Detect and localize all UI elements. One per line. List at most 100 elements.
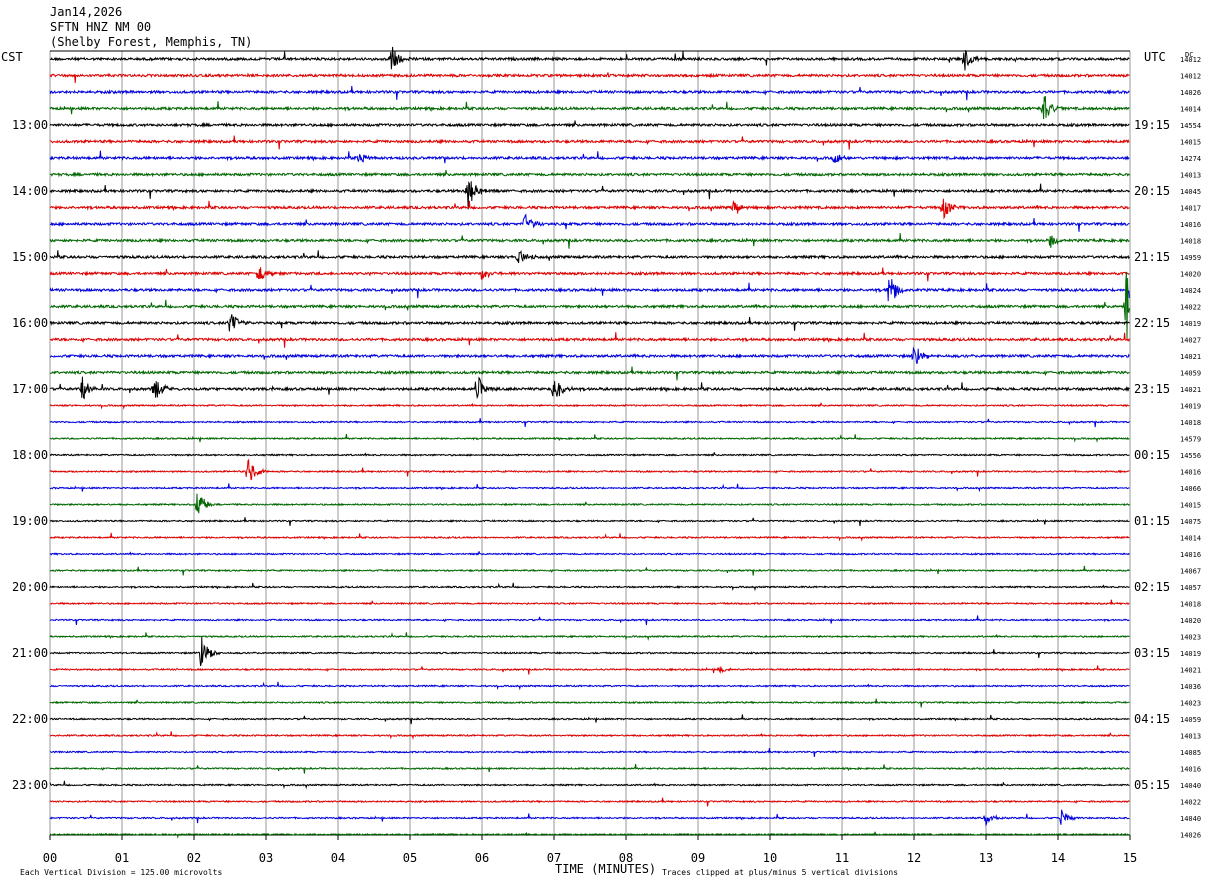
x-tick-label: 09 <box>691 851 705 865</box>
left-hour-label: 16:00 <box>12 316 48 330</box>
grid <box>49 50 1131 840</box>
trace-row <box>49 198 1130 220</box>
trace-row <box>49 748 1130 757</box>
row-value-label: 14019 <box>1180 650 1201 658</box>
x-tick-label: 02 <box>187 851 201 865</box>
trace-row <box>49 271 1130 340</box>
trace-row <box>49 402 1130 410</box>
row-value-label: 14014 <box>1180 106 1201 114</box>
right-timezone-label: UTC <box>1144 50 1166 64</box>
trace-row <box>49 532 1130 542</box>
row-value-label: 14274 <box>1180 155 1201 163</box>
x-axis-label: TIME (MINUTES) <box>555 862 656 876</box>
row-value-label: 14016 <box>1180 766 1201 774</box>
x-tick-label: 06 <box>475 851 489 865</box>
trace-row <box>49 517 1130 527</box>
row-value-label: 14023 <box>1180 700 1201 708</box>
row-value-label: 14017 <box>1180 205 1201 213</box>
row-value-label: 14554 <box>1180 122 1201 130</box>
header-date: Jan14,2026 <box>50 5 122 19</box>
right-hour-label: 20:15 <box>1134 184 1170 198</box>
left-hour-label: 17:00 <box>12 382 48 396</box>
trace-row <box>49 135 1130 150</box>
x-tick-label: 11 <box>835 851 849 865</box>
row-value-label: 14040 <box>1180 815 1201 823</box>
trace-row <box>50 169 1130 178</box>
right-hour-label: 05:15 <box>1134 778 1170 792</box>
row-value-label: 14067 <box>1180 568 1201 576</box>
trace-row <box>49 615 1130 626</box>
row-value-label: 14020 <box>1180 617 1201 625</box>
trace-row <box>49 809 1130 827</box>
left-hour-label: 18:00 <box>12 448 48 462</box>
trace-row <box>49 267 1130 282</box>
trace-row <box>49 249 1130 264</box>
left-hour-label: 13:00 <box>12 118 48 132</box>
trace-row <box>49 332 1130 348</box>
right-hour-labels: 19:15 20:15 21:15 22:15 23:15 00:15 01:15 02:15… <box>1134 118 1170 792</box>
row-value-label: 14020 <box>1180 271 1201 279</box>
left-timezone-label: CST <box>1 50 23 64</box>
header-location: (Shelby Forest, Memphis, TN) <box>50 35 252 49</box>
row-value-label: 14016 <box>1180 221 1201 229</box>
right-hour-label: 00:15 <box>1134 448 1170 462</box>
left-hour-labels: 13:00 14:00 15:00 16:00 17:00 18:00 19:00 20:00… <box>12 118 48 792</box>
left-hour-label: 23:00 <box>12 778 48 792</box>
row-value-label: 14022 <box>1180 304 1201 312</box>
row-value-label: 14040 <box>1180 782 1201 790</box>
trace-row <box>49 714 1130 725</box>
trace-row <box>49 433 1130 443</box>
row-value-label: 14075 <box>1180 518 1201 526</box>
trace-row <box>49 493 1130 514</box>
row-value-label: 14027 <box>1180 337 1201 345</box>
footer-clip-note: Traces clipped at plus/minus 5 vertical … <box>662 868 898 877</box>
row-value-label: 14013 <box>1180 172 1201 180</box>
row-value-label: 14016 <box>1180 551 1201 559</box>
left-hour-label: 19:00 <box>12 514 48 528</box>
right-hour-label: 22:15 <box>1134 316 1170 330</box>
trace-row <box>49 279 1130 302</box>
row-value-label: 14021 <box>1180 353 1201 361</box>
trace-row <box>49 366 1130 381</box>
row-value-label: 14022 <box>1180 799 1201 807</box>
row-value-label: 14026 <box>1180 89 1201 97</box>
x-tick-label: 01 <box>115 851 129 865</box>
trace-row <box>49 565 1130 576</box>
x-tick-label: 10 <box>763 851 777 865</box>
row-value-label: 14045 <box>1180 188 1201 196</box>
trace-row <box>49 233 1130 249</box>
trace-row <box>49 150 1130 164</box>
left-hour-label: 22:00 <box>12 712 48 726</box>
row-value-label: 14085 <box>1180 749 1201 757</box>
x-tick-label: 14 <box>1051 851 1065 865</box>
trace-row <box>49 418 1130 428</box>
row-value-label: 14023 <box>1180 634 1201 642</box>
row-value-label: 14059 <box>1180 716 1201 724</box>
right-hour-label: 04:15 <box>1134 712 1170 726</box>
right-hour-label: 01:15 <box>1134 514 1170 528</box>
left-hour-label: 20:00 <box>12 580 48 594</box>
trace-row <box>49 96 1130 120</box>
trace-row <box>49 665 1130 675</box>
row-value-label: 14026 <box>1180 832 1201 840</box>
row-value-label: 14015 <box>1180 139 1201 147</box>
footer-scale-note: Each Vertical Division = 125.00 microvol… <box>20 868 222 877</box>
right-hour-label: 02:15 <box>1134 580 1170 594</box>
trace-row <box>49 698 1130 708</box>
x-tick-label: 15 <box>1123 851 1137 865</box>
trace-row <box>49 731 1130 740</box>
trace-row <box>49 599 1130 606</box>
trace-row <box>49 72 1130 84</box>
x-tick-label: 05 <box>403 851 417 865</box>
x-tick-label: 04 <box>331 851 345 865</box>
row-value-label: 14959 <box>1180 254 1201 262</box>
row-value-label: 14066 <box>1180 485 1201 493</box>
right-hour-label: 19:15 <box>1134 118 1170 132</box>
row-value-label: 14059 <box>1180 370 1201 378</box>
trace-row <box>49 763 1130 774</box>
row-value-label: 14015 <box>1180 502 1201 510</box>
row-value-label: 14018 <box>1180 419 1201 427</box>
left-hour-label: 14:00 <box>12 184 48 198</box>
row-value-label: 14018 <box>1180 238 1201 246</box>
row-value-label: 14019 <box>1180 320 1201 328</box>
